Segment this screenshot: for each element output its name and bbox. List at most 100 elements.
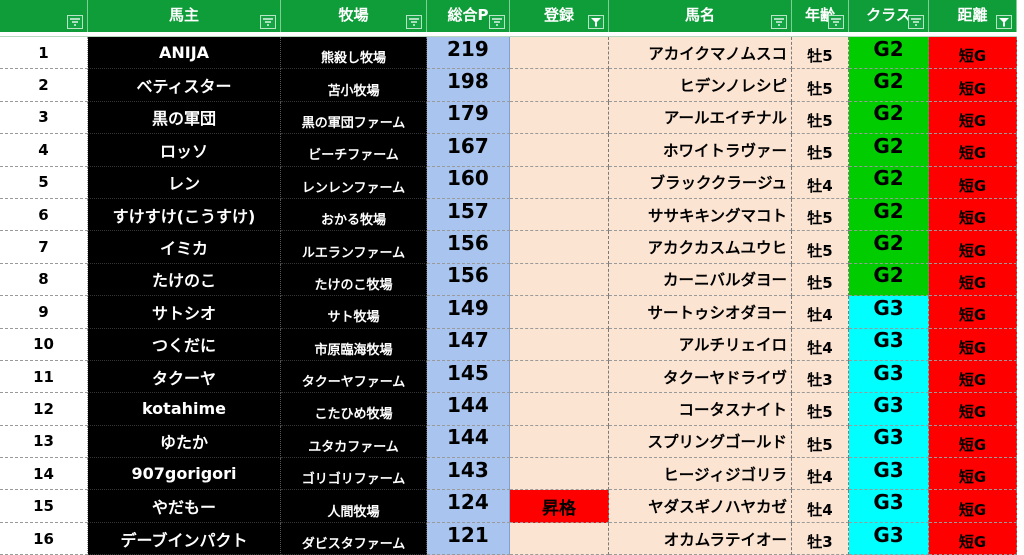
registration-cell[interactable] bbox=[510, 231, 609, 264]
points-cell[interactable]: 149 bbox=[427, 296, 510, 329]
horse-name-cell[interactable]: スプリングゴールド bbox=[609, 425, 792, 459]
row-number[interactable]: 5 bbox=[0, 166, 88, 199]
row-number[interactable]: 8 bbox=[0, 263, 88, 297]
class-cell[interactable]: G3 bbox=[849, 328, 929, 361]
owner-cell[interactable]: レン bbox=[88, 166, 281, 199]
owner-cell[interactable]: ロッソ bbox=[88, 134, 281, 167]
row-number[interactable]: 12 bbox=[0, 393, 88, 426]
age-cell[interactable]: 牡5 bbox=[792, 134, 849, 167]
registration-cell[interactable] bbox=[510, 134, 609, 167]
registration-cell[interactable] bbox=[510, 101, 609, 135]
points-cell[interactable]: 124 bbox=[427, 490, 510, 523]
horse-name-cell[interactable]: アカイクマノムスコ bbox=[609, 37, 792, 70]
farm-cell[interactable]: レンレンファーム bbox=[281, 166, 427, 199]
age-cell[interactable]: 牡5 bbox=[792, 231, 849, 264]
filter-active-icon[interactable] bbox=[588, 15, 604, 29]
horse-name-cell[interactable]: ヒデンノレシピ bbox=[609, 69, 792, 102]
farm-cell[interactable]: 苫小牧場 bbox=[281, 69, 427, 102]
distance-cell[interactable]: 短G bbox=[929, 263, 1017, 297]
farm-cell[interactable]: たけのこ牧場 bbox=[281, 263, 427, 297]
registration-cell[interactable] bbox=[510, 522, 609, 555]
age-cell[interactable]: 牡5 bbox=[792, 263, 849, 297]
registration-cell[interactable] bbox=[510, 37, 609, 70]
points-cell[interactable]: 145 bbox=[427, 360, 510, 394]
farm-cell[interactable]: タクーヤファーム bbox=[281, 360, 427, 394]
age-cell[interactable]: 牡5 bbox=[792, 101, 849, 135]
distance-cell[interactable]: 短G bbox=[929, 458, 1017, 491]
farm-cell[interactable]: 熊殺し牧場 bbox=[281, 37, 427, 70]
distance-cell[interactable]: 短G bbox=[929, 490, 1017, 523]
distance-cell[interactable]: 短G bbox=[929, 360, 1017, 394]
points-cell[interactable]: 157 bbox=[427, 198, 510, 232]
class-cell[interactable]: G2 bbox=[849, 134, 929, 167]
owner-cell[interactable]: 黒の軍団 bbox=[88, 101, 281, 135]
class-cell[interactable]: G2 bbox=[849, 166, 929, 199]
class-cell[interactable]: G2 bbox=[849, 37, 929, 70]
age-cell[interactable]: 牡5 bbox=[792, 69, 849, 102]
distance-cell[interactable]: 短G bbox=[929, 393, 1017, 426]
points-cell[interactable]: 156 bbox=[427, 263, 510, 297]
row-number[interactable]: 1 bbox=[0, 37, 88, 70]
horse-name-cell[interactable]: タクーヤドライヴ bbox=[609, 360, 792, 394]
row-number[interactable]: 3 bbox=[0, 101, 88, 135]
filter-dropdown-icon[interactable] bbox=[67, 15, 83, 29]
points-cell[interactable]: 121 bbox=[427, 522, 510, 555]
distance-cell[interactable]: 短G bbox=[929, 101, 1017, 135]
registration-cell[interactable] bbox=[510, 425, 609, 459]
owner-cell[interactable]: たけのこ bbox=[88, 263, 281, 297]
age-cell[interactable]: 牡4 bbox=[792, 296, 849, 329]
farm-cell[interactable]: サト牧場 bbox=[281, 296, 427, 329]
registration-cell[interactable] bbox=[510, 360, 609, 394]
filter-dropdown-icon[interactable] bbox=[489, 15, 505, 29]
owner-cell[interactable]: サトシオ bbox=[88, 296, 281, 329]
distance-cell[interactable]: 短G bbox=[929, 134, 1017, 167]
owner-cell[interactable]: タクーヤ bbox=[88, 360, 281, 394]
farm-cell[interactable]: ルエランファーム bbox=[281, 231, 427, 264]
distance-cell[interactable]: 短G bbox=[929, 198, 1017, 232]
age-cell[interactable]: 牡5 bbox=[792, 393, 849, 426]
horse-name-cell[interactable]: ブラッククラージュ bbox=[609, 166, 792, 199]
points-cell[interactable]: 179 bbox=[427, 101, 510, 135]
class-cell[interactable]: G3 bbox=[849, 458, 929, 491]
owner-cell[interactable]: つくだに bbox=[88, 328, 281, 361]
age-cell[interactable]: 牡5 bbox=[792, 425, 849, 459]
distance-cell[interactable]: 短G bbox=[929, 69, 1017, 102]
farm-cell[interactable]: 人間牧場 bbox=[281, 490, 427, 523]
points-cell[interactable]: 143 bbox=[427, 458, 510, 491]
farm-cell[interactable]: ゴリゴリファーム bbox=[281, 458, 427, 491]
farm-cell[interactable]: 黒の軍団ファーム bbox=[281, 101, 427, 135]
filter-active-icon[interactable] bbox=[996, 15, 1012, 29]
horse-name-cell[interactable]: サートゥシオダヨー bbox=[609, 296, 792, 329]
age-cell[interactable]: 牡4 bbox=[792, 490, 849, 523]
horse-name-cell[interactable]: ヒージィジゴリラ bbox=[609, 458, 792, 491]
owner-cell[interactable]: デーブインパクト bbox=[88, 522, 281, 555]
farm-cell[interactable]: ビーチファーム bbox=[281, 134, 427, 167]
row-number[interactable]: 16 bbox=[0, 522, 88, 555]
horse-name-cell[interactable]: ササキキングマコト bbox=[609, 198, 792, 232]
filter-dropdown-icon[interactable] bbox=[260, 15, 276, 29]
age-cell[interactable]: 牡5 bbox=[792, 37, 849, 70]
age-cell[interactable]: 牡4 bbox=[792, 458, 849, 491]
distance-cell[interactable]: 短G bbox=[929, 231, 1017, 264]
row-number[interactable]: 7 bbox=[0, 231, 88, 264]
owner-cell[interactable]: ベティスター bbox=[88, 69, 281, 102]
points-cell[interactable]: 219 bbox=[427, 37, 510, 70]
class-cell[interactable]: G2 bbox=[849, 198, 929, 232]
horse-name-cell[interactable]: カーニバルダヨー bbox=[609, 263, 792, 297]
farm-cell[interactable]: おかる牧場 bbox=[281, 198, 427, 232]
age-cell[interactable]: 牡4 bbox=[792, 166, 849, 199]
farm-cell[interactable]: ダビスタファーム bbox=[281, 522, 427, 555]
owner-cell[interactable]: イミカ bbox=[88, 231, 281, 264]
owner-cell[interactable]: ANIJA bbox=[88, 37, 281, 70]
class-cell[interactable]: G2 bbox=[849, 263, 929, 297]
class-cell[interactable]: G2 bbox=[849, 69, 929, 102]
points-cell[interactable]: 147 bbox=[427, 328, 510, 361]
points-cell[interactable]: 156 bbox=[427, 231, 510, 264]
points-cell[interactable]: 144 bbox=[427, 425, 510, 459]
owner-cell[interactable]: ゆたか bbox=[88, 425, 281, 459]
owner-cell[interactable]: kotahime bbox=[88, 393, 281, 426]
registration-cell[interactable] bbox=[510, 393, 609, 426]
points-cell[interactable]: 198 bbox=[427, 69, 510, 102]
age-cell[interactable]: 牡3 bbox=[792, 360, 849, 394]
points-cell[interactable]: 144 bbox=[427, 393, 510, 426]
